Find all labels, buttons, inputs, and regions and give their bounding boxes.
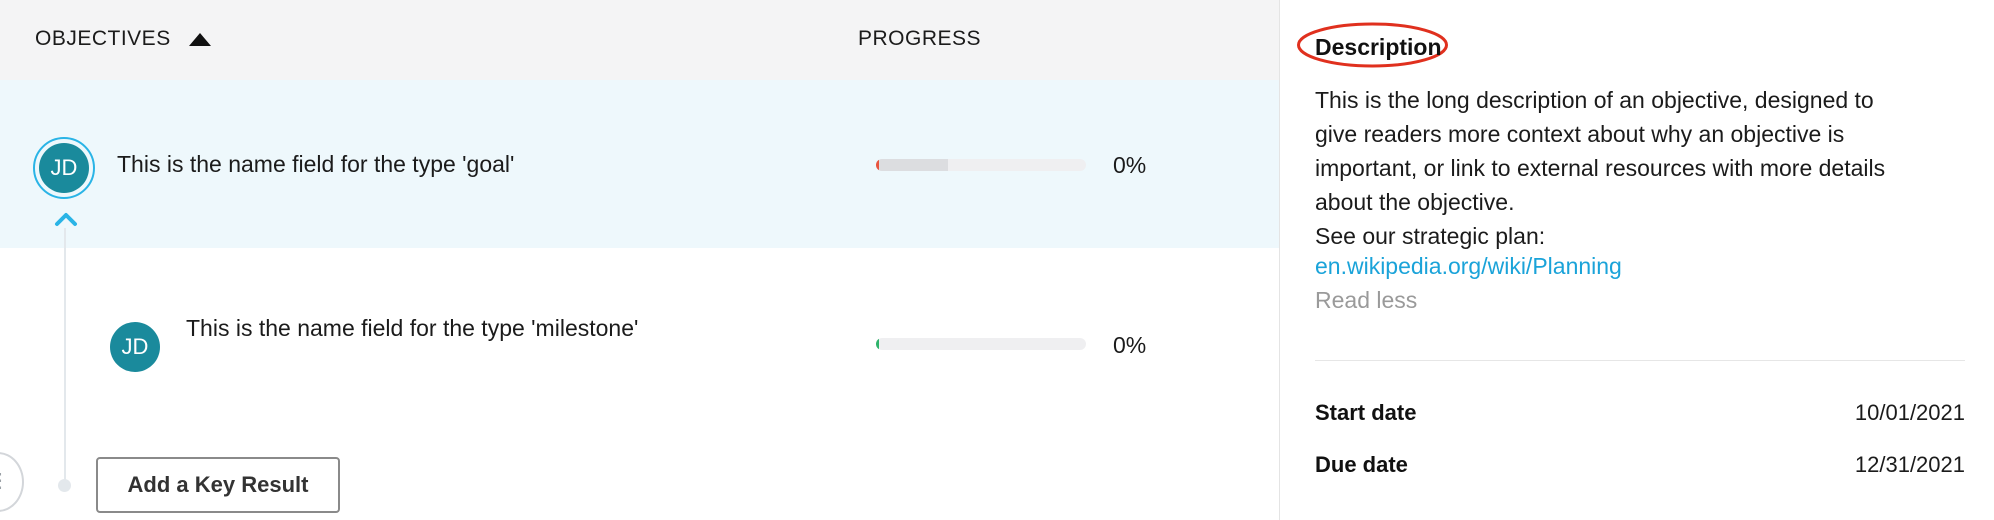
sort-ascending-icon[interactable] bbox=[188, 32, 211, 46]
goal-avatar-ring: JD bbox=[33, 137, 95, 199]
objectives-header-label: OBJECTIVES bbox=[35, 27, 171, 50]
description-heading: Description bbox=[1315, 34, 1442, 60]
hierarchy-connector-line bbox=[64, 228, 66, 488]
milestone-name[interactable]: This is the name field for the type 'mil… bbox=[186, 315, 638, 342]
description-text: This is the long description of an objec… bbox=[1315, 83, 1975, 253]
side-menu-handle[interactable]: ⋮ bbox=[0, 452, 24, 512]
start-date-label: Start date bbox=[1315, 400, 1417, 425]
due-date-label: Due date bbox=[1315, 452, 1408, 477]
hierarchy-connector-dot bbox=[58, 479, 71, 492]
description-line: important, or link to external resources… bbox=[1315, 155, 1886, 181]
chevron-up-icon[interactable] bbox=[53, 209, 79, 227]
goal-owner-avatar[interactable]: JD bbox=[39, 143, 89, 193]
goal-progress-hover bbox=[876, 159, 948, 171]
progress-column-header[interactable]: PROGRESS bbox=[858, 27, 981, 51]
description-line: give readers more context about why an o… bbox=[1315, 121, 1845, 147]
objective-detail-panel: Description This is the long description… bbox=[1280, 0, 1994, 520]
strategic-plan-link[interactable]: en.wikipedia.org/wiki/Planning bbox=[1315, 253, 1622, 280]
milestone-progress-fill bbox=[876, 338, 879, 350]
objectives-column-header[interactable]: OBJECTIVES bbox=[35, 27, 211, 51]
description-line: This is the long description of an objec… bbox=[1315, 87, 1874, 113]
objectives-list-panel: OBJECTIVES PROGRESS JD This is the name … bbox=[0, 0, 1280, 520]
milestone-progress-bar bbox=[876, 338, 1086, 350]
milestone-progress-percent: 0% bbox=[1113, 332, 1147, 358]
goal-progress-percent: 0% bbox=[1113, 152, 1147, 178]
goal-name[interactable]: This is the name field for the type 'goa… bbox=[117, 151, 514, 178]
list-header: OBJECTIVES PROGRESS bbox=[0, 0, 1279, 80]
goal-progress-fill bbox=[876, 159, 879, 171]
okr-objective-view: OBJECTIVES PROGRESS JD This is the name … bbox=[0, 0, 1994, 520]
milestone-owner-avatar[interactable]: JD bbox=[110, 322, 160, 372]
due-date-value[interactable]: 12/31/2021 bbox=[1855, 452, 1965, 478]
goal-progress-bar bbox=[876, 159, 1086, 171]
description-line: See our strategic plan: bbox=[1315, 223, 1546, 249]
read-less-toggle[interactable]: Read less bbox=[1315, 287, 1417, 314]
more-vertical-icon: ⋮ bbox=[0, 470, 10, 492]
add-key-result-button[interactable]: Add a Key Result bbox=[96, 457, 340, 513]
start-date-value[interactable]: 10/01/2021 bbox=[1855, 400, 1965, 426]
description-line: about the objective. bbox=[1315, 189, 1515, 215]
divider bbox=[1315, 360, 1965, 361]
